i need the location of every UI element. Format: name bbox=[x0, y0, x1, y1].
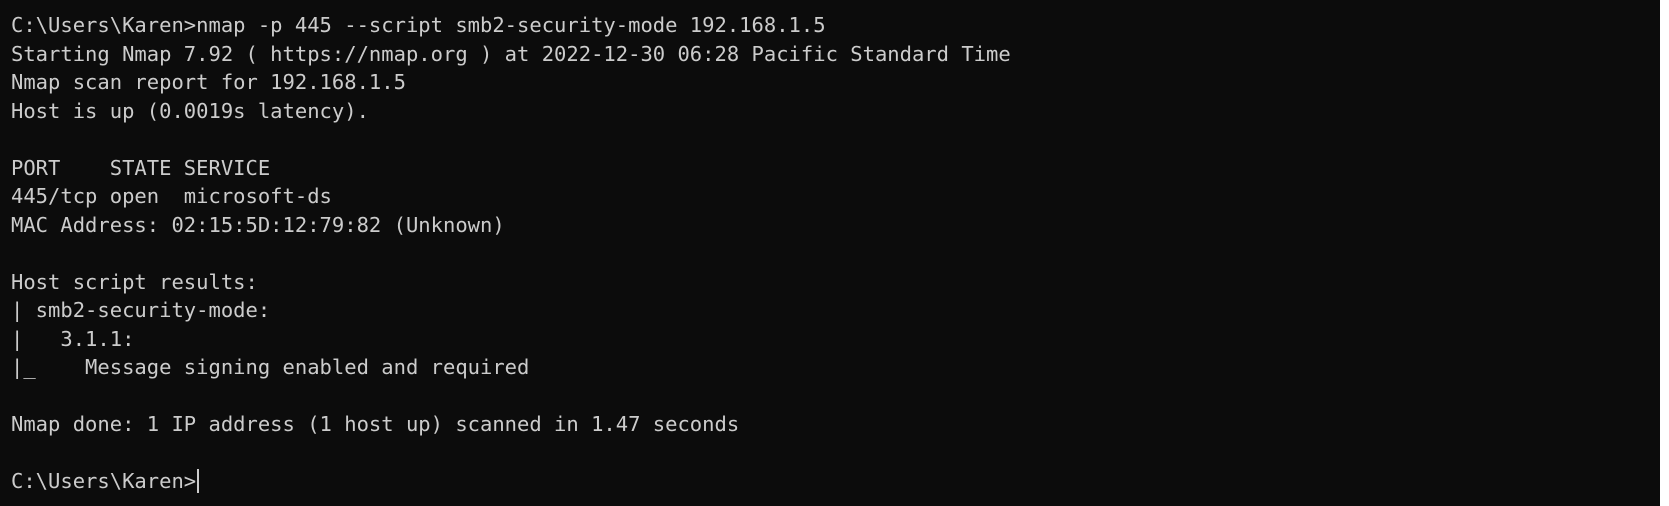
command-prompt[interactable]: C:\Users\Karen> bbox=[11, 467, 1660, 496]
terminal-line: | smb2-security-mode: bbox=[11, 298, 271, 322]
scrollbar-track[interactable] bbox=[1660, 0, 1669, 506]
text-cursor bbox=[197, 469, 200, 494]
terminal-line: Starting Nmap 7.92 ( https://nmap.org ) … bbox=[11, 41, 1011, 66]
prompt-text: C:\Users\Karen> bbox=[11, 469, 197, 493]
terminal-line: MAC Address: 02:15:5D:12:79:82 (Unknown) bbox=[11, 212, 505, 237]
terminal-line: Host script results: bbox=[11, 269, 258, 294]
terminal-line: | 3.1.1: bbox=[11, 326, 135, 351]
terminal-line: PORT STATE SERVICE bbox=[11, 155, 271, 180]
terminal-line: C:\Users\Karen>nmap -p 445 --script smb2… bbox=[11, 13, 826, 37]
terminal-line: |_ Message signing enabled and required bbox=[11, 355, 530, 379]
terminal-line: Nmap scan report for 192.168.1.5 bbox=[11, 70, 406, 94]
scrollbar-thumb[interactable] bbox=[1660, 0, 1669, 506]
terminal-window[interactable]: C:\Users\Karen>nmap -p 445 --script smb2… bbox=[0, 0, 1660, 506]
terminal-line: Nmap done: 1 IP address (1 host up) scan… bbox=[11, 412, 740, 436]
terminal-line: Host is up (0.0019s latency). bbox=[11, 98, 369, 123]
terminal-line: 445/tcp open microsoft-ds bbox=[11, 184, 332, 208]
